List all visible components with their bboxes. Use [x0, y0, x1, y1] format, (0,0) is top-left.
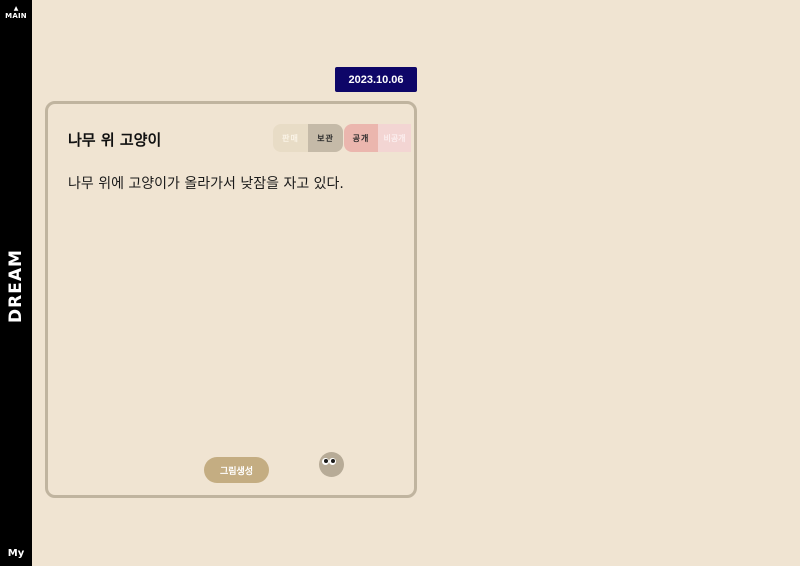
- toggle-group: 판매 보관 공개 비공개: [273, 124, 411, 152]
- keep-toggle[interactable]: 보관: [308, 124, 343, 152]
- diary-title: 나무 위 고양이: [68, 131, 162, 149]
- brand-logo: DREAM: [6, 249, 26, 323]
- date-badge: 2023.10.06: [335, 67, 417, 92]
- left-eye-icon: [322, 458, 329, 465]
- public-toggle[interactable]: 공개: [344, 124, 378, 152]
- diary-content: 나무 위에 고양이가 올라가서 낮잠을 자고 있다.: [68, 176, 344, 192]
- mascot-eyes-icon: [319, 452, 344, 477]
- my-page-link[interactable]: My: [0, 548, 32, 559]
- main-nav-link[interactable]: ▲ MAIN: [0, 6, 32, 21]
- private-toggle[interactable]: 비공개: [378, 124, 411, 152]
- generate-image-button[interactable]: 그림생성: [204, 457, 269, 483]
- sell-toggle[interactable]: 판매: [273, 124, 308, 152]
- main-nav-label: MAIN: [5, 12, 27, 20]
- right-eye-icon: [329, 458, 336, 465]
- diary-card: 나무 위 고양이 판매 보관 공개 비공개 나무 위에 고양이가 올라가서 낮잠…: [45, 101, 417, 498]
- sidebar: ▲ MAIN DREAM My: [0, 0, 32, 566]
